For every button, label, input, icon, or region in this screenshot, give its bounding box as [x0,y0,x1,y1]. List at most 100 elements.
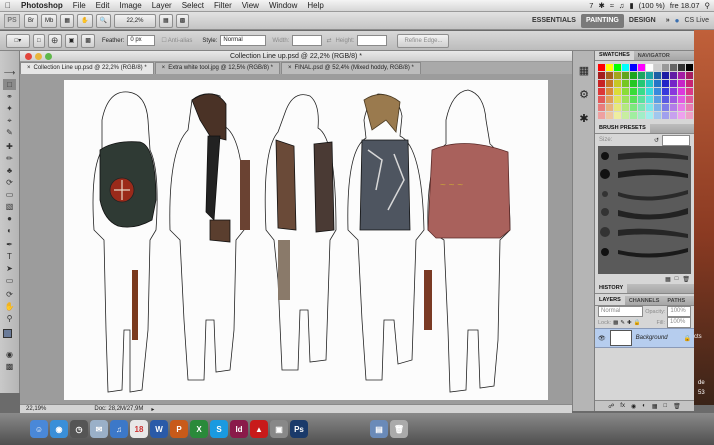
selection-intersect-icon[interactable]: ▩ [81,33,95,48]
tab-layers[interactable]: LAYERS [595,296,625,305]
swatch[interactable] [646,88,653,95]
swatch[interactable] [670,80,677,87]
menu-image[interactable]: Image [114,1,146,10]
layer-style-icon[interactable]: fx [620,403,625,409]
swatch[interactable] [646,96,653,103]
screen-mode-icon[interactable]: ▩ [175,13,190,28]
swatch[interactable] [654,88,661,95]
dock-finder-icon[interactable]: ☺ [30,420,48,438]
swatch[interactable] [614,96,621,103]
dock-folder-icon[interactable]: ▤ [370,420,388,438]
tab-swatches[interactable]: SWATCHES [595,51,634,60]
dock-powerpoint-icon[interactable]: P [170,420,188,438]
quick-select-tool-icon[interactable]: ✦ [3,103,16,114]
layer-mask-icon[interactable]: ◉ [631,403,636,410]
close-tab-icon[interactable]: × [288,63,292,74]
blur-tool-icon[interactable]: ● [3,213,16,224]
swatch[interactable] [678,64,685,71]
lock-image-icon[interactable]: ✎ [620,320,625,326]
swatch[interactable] [686,64,693,71]
swap-icon[interactable]: ⇄ [326,37,331,44]
layer-row-background[interactable]: 👁 Background 🔒 [595,328,694,348]
swatch[interactable] [662,96,669,103]
pen-tool-icon[interactable]: ✒ [3,239,16,250]
feather-input[interactable]: 0 px [127,35,156,46]
quick-mask-icon[interactable]: ◉ [3,349,16,360]
swatch[interactable] [606,112,613,119]
width-input[interactable] [292,35,323,46]
healing-brush-icon[interactable]: ✚ [3,141,16,152]
apple-icon[interactable]:  [0,1,16,10]
tab-channels[interactable]: CHANNELS [625,298,664,304]
swatch[interactable] [622,88,629,95]
doc-tab-collection[interactable]: × Collection Line up.psd @ 22,2% (RGB/8)… [20,62,154,74]
swatch[interactable] [654,104,661,111]
swatch[interactable] [654,64,661,71]
delete-layer-icon[interactable]: 🗑 [673,403,681,410]
zoom-tool-icon[interactable]: 🔍 [95,13,111,28]
battery-icon[interactable]: ▮ [629,1,633,10]
dock-clock-icon[interactable]: ◷ [70,420,88,438]
dock-indesign-icon[interactable]: Id [230,420,248,438]
menu-view[interactable]: View [237,1,264,10]
tab-history[interactable]: HISTORY [595,284,628,293]
3d-rotate-tool-icon[interactable]: ⟳ [3,289,16,300]
swatch[interactable] [678,88,685,95]
zoom-level-dropdown[interactable]: 22,2% [113,13,156,28]
delete-brush-icon[interactable]: 🗑 [682,276,690,283]
screen-mode-icon[interactable]: ▩ [3,361,16,372]
swatch[interactable] [638,80,645,87]
marquee-preset-icon[interactable]: □▾ [6,33,30,48]
swatch[interactable] [598,64,605,71]
swatch[interactable] [678,112,685,119]
spotlight-icon[interactable]: ⚲ [705,1,711,10]
document-canvas[interactable]: ~ ~ ~ [64,80,548,400]
doc-tab-final[interactable]: × FINAL.psd @ 52,4% (Mixed hoddy, RGB/8)… [281,62,421,74]
menu-window[interactable]: Window [264,1,302,10]
swatch[interactable] [622,104,629,111]
new-layer-icon[interactable]: □ [664,403,668,409]
swatch[interactable] [598,80,605,87]
fill-input[interactable]: 100% [667,317,691,328]
crop-tool-icon[interactable]: ⌖ [3,115,16,126]
swatch[interactable] [622,112,629,119]
swatch[interactable] [662,64,669,71]
antialias-checkbox[interactable]: ☐ [161,37,166,44]
swatch[interactable] [606,88,613,95]
dodge-tool-icon[interactable]: ◐ [3,225,16,236]
layer-name[interactable]: Background [636,335,668,341]
adjustment-layer-icon[interactable]: ◐ [642,403,646,409]
close-window-button[interactable] [25,53,32,60]
selection-add-icon[interactable]: ⨁ [47,33,62,48]
swatch[interactable] [614,72,621,79]
menu-select[interactable]: Select [177,1,209,10]
swatch[interactable] [614,88,621,95]
minimize-window-button[interactable] [35,53,42,60]
swatch[interactable] [670,104,677,111]
swatch[interactable] [646,112,653,119]
marquee-tool-icon[interactable]: □ [3,79,16,90]
swatch[interactable] [670,112,677,119]
selection-new-icon[interactable]: □ [33,33,45,48]
layer-visibility-eye-icon[interactable]: 👁 [598,335,606,342]
swatch[interactable] [598,112,605,119]
swatch[interactable] [614,104,621,111]
swatch[interactable] [670,64,677,71]
dock-safari-icon[interactable]: ◉ [50,420,68,438]
dock-preview-icon[interactable]: ▣ [270,420,288,438]
lock-all-icon[interactable]: 🔒 [634,320,641,326]
swatch[interactable] [678,104,685,111]
dock-mail-icon[interactable]: ✉ [90,420,108,438]
refine-edge-button[interactable]: Refine Edge... [397,33,450,48]
stamp-tool-icon[interactable]: ♣ [3,165,16,176]
swatch[interactable] [630,80,637,87]
close-tab-icon[interactable]: × [162,63,166,74]
workspace-painting[interactable]: PAINTING [580,13,624,28]
dock-photoshop-icon[interactable]: Ps [290,420,308,438]
swatch[interactable] [630,104,637,111]
swatch[interactable] [662,80,669,87]
status-zoom[interactable]: 22,19% [26,406,46,412]
zoom-window-button[interactable] [45,53,52,60]
menu-filter[interactable]: Filter [209,1,237,10]
lock-transparency-icon[interactable]: ▩ [613,320,618,326]
